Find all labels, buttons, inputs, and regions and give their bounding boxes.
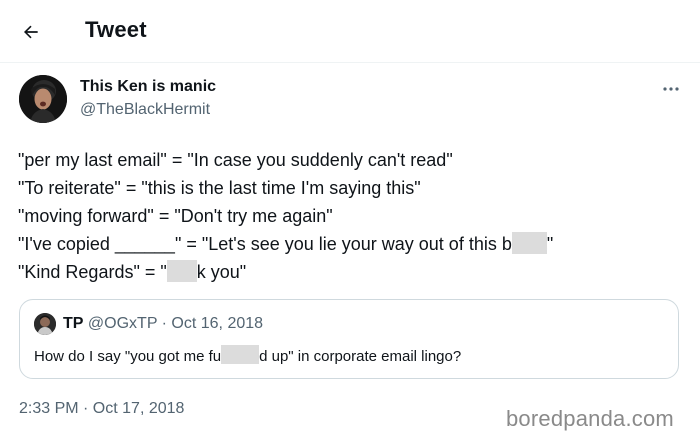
avatar-image	[19, 75, 67, 123]
separator-dot: ·	[157, 315, 172, 332]
quoted-text-part: d up" in corporate email lingo?	[259, 348, 462, 365]
tweet-timestamp[interactable]: 2:33 PM · Oct 17, 2018	[19, 400, 184, 418]
quoted-tweet-text: How do I say "you got me fu d up" in corp…	[34, 345, 461, 365]
tweet-header: Tweet	[0, 0, 700, 63]
quoted-text-part: How do I say "you got me fu	[34, 348, 222, 365]
tweet-line: "moving forward" = "Don't try me again"	[18, 206, 333, 226]
tweet-line-text: "Kind Regards" = "	[18, 262, 167, 282]
censor-blur	[166, 260, 197, 282]
tweet-line: "per my last email" = "In case you sudde…	[18, 150, 453, 170]
tweet-line: "I've copied ______" = "Let's see you li…	[18, 230, 678, 258]
censor-blur	[511, 232, 547, 254]
arrow-left-icon	[24, 25, 38, 39]
more-options-button[interactable]	[658, 80, 684, 98]
author-handle[interactable]: @TheBlackHermit	[80, 101, 210, 119]
back-button[interactable]	[14, 15, 48, 49]
tweet-text: "per my last email" = "In case you sudde…	[18, 146, 678, 286]
page-title: Tweet	[85, 17, 147, 42]
quoted-author-avatar	[34, 313, 56, 335]
quoted-author-name: TP	[63, 315, 84, 332]
quoted-author-handle: @OGxTP	[87, 315, 158, 332]
censor-blur	[221, 345, 260, 364]
tweet-line-text: "I've copied ______" = "Let's see you li…	[18, 234, 512, 254]
quoted-tweet-header: TP @OGxTP · Oct 16, 2018	[63, 315, 263, 333]
author-display-name[interactable]: This Ken is manic	[80, 78, 216, 96]
tweet-line: "To reiterate" = "this is the last time …	[18, 178, 421, 198]
avatar-image	[34, 313, 56, 335]
quoted-tweet-card[interactable]: TP @OGxTP · Oct 16, 2018 How do I say "y…	[19, 299, 679, 379]
watermark: boredpanda.com	[506, 406, 674, 431]
tweet-line-text: "	[546, 234, 554, 254]
author-avatar[interactable]	[19, 75, 67, 123]
quoted-tweet-date: Oct 16, 2018	[171, 315, 264, 332]
more-horizontal-icon	[663, 87, 679, 91]
tweet-line: "Kind Regards" = " k you"	[18, 258, 678, 286]
tweet-line-text: k you"	[196, 262, 247, 282]
